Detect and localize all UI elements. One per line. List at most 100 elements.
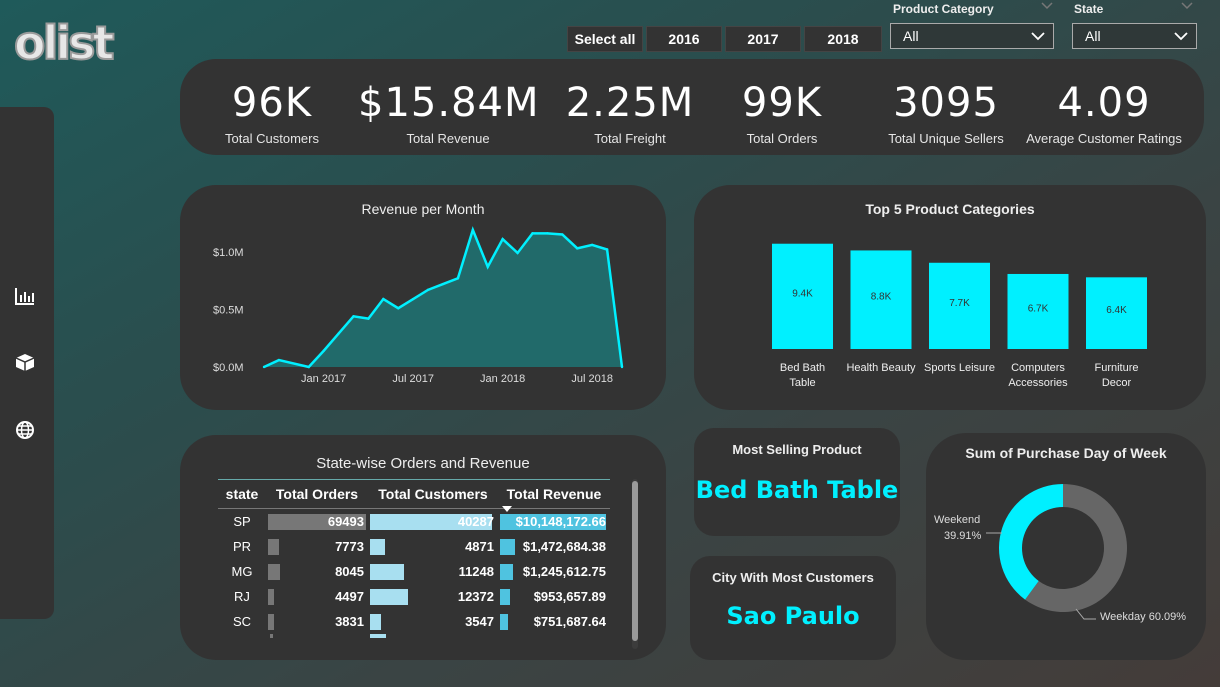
revenue-cell: $751,687.64 [498, 612, 610, 632]
year-2016-button[interactable]: 2016 [646, 26, 722, 52]
data-point[interactable] [367, 317, 370, 320]
column-header-revenue-label: Total Revenue [506, 486, 602, 502]
column-header-state[interactable]: state [218, 486, 266, 502]
bar-value-label: 6.4K [1106, 305, 1127, 316]
orders-cell: 4497 [266, 587, 368, 607]
chevron-down-icon [1031, 32, 1045, 41]
column-header-revenue[interactable]: Total Revenue [498, 486, 610, 512]
chevron-down-icon [1174, 32, 1188, 41]
customers-cell: 12372 [368, 587, 498, 607]
orders-value: 8045 [335, 563, 364, 579]
select-all-button[interactable]: Select all [567, 26, 643, 52]
kpi-label: Total Orders [746, 131, 818, 146]
customers-value: 12372 [457, 588, 494, 604]
table-header: state Total Orders Total Customers Total… [218, 479, 610, 512]
box-icon[interactable] [14, 351, 36, 373]
data-point[interactable] [576, 247, 579, 250]
orders-value: 4497 [335, 588, 364, 604]
revenue-cell: $10,148,172.66 [498, 512, 610, 532]
data-point[interactable] [337, 332, 340, 335]
data-point[interactable] [426, 288, 430, 292]
data-point[interactable] [322, 349, 325, 353]
weekday-donut-chart: Weekend 39.91% Weekday 60.09% [934, 484, 1186, 623]
x-tick-label: Jan 2018 [480, 373, 525, 385]
data-point[interactable] [561, 233, 564, 236]
data-point[interactable] [262, 365, 266, 369]
table-row[interactable]: PR 7773 4871 $1,472,684.38 [218, 534, 610, 559]
customers-data-bar [370, 613, 381, 630]
kpi-value: 96K [231, 80, 313, 126]
data-point[interactable] [531, 232, 534, 235]
data-point[interactable] [501, 237, 504, 241]
customers-data-bar [370, 563, 405, 580]
donut-slice[interactable] [999, 484, 1063, 600]
weekday-donut-panel: Sum of Purchase Day of Week Weekend 39.91… [926, 433, 1206, 660]
data-point[interactable] [516, 251, 519, 255]
category-dropdown[interactable]: All [890, 23, 1054, 49]
column-header-orders[interactable]: Total Orders [266, 486, 368, 502]
y-tick-label: $1.0M [213, 247, 244, 259]
most-selling-value: Bed Bath Table [695, 476, 899, 504]
data-point[interactable] [397, 307, 400, 310]
category-label: Health Beauty [846, 362, 916, 374]
state-slicer-label: State [1074, 2, 1104, 16]
kpi-value: 4.09 [1057, 80, 1151, 126]
x-tick-label: Jul 2018 [571, 373, 613, 385]
data-point[interactable] [441, 282, 445, 286]
data-point[interactable] [277, 358, 281, 362]
table-body: SP 69493 40287 $10,148,172.66 PR 7773 4871 $1,4… [218, 509, 610, 640]
state-cell: SP [233, 514, 251, 529]
bar-value-label: 6.7K [1028, 303, 1049, 314]
state-cell: PR [232, 539, 252, 554]
column-header-customers[interactable]: Total Customers [368, 486, 498, 502]
data-point[interactable] [411, 297, 415, 301]
table-row[interactable]: RJ 4497 12372 $953,657.89 [218, 584, 610, 609]
data-point[interactable] [486, 265, 489, 268]
revenue-value: $1,245,612.75 [522, 563, 606, 579]
table-row[interactable]: SP 69493 40287 $10,148,172.66 [218, 509, 610, 534]
category-label: Accessories [1008, 377, 1068, 389]
data-point[interactable] [590, 243, 594, 247]
category-dropdown-value: All [903, 28, 919, 44]
data-point[interactable] [307, 365, 310, 369]
data-point[interactable] [352, 315, 355, 318]
table-row-partial [218, 634, 610, 640]
chevron-down-icon[interactable] [1040, 0, 1054, 10]
table-row[interactable]: MG 8045 11248 $1,245,612.75 [218, 559, 610, 584]
top-city-title: City With Most Customers [712, 570, 874, 585]
data-point[interactable] [546, 232, 549, 235]
globe-icon[interactable] [14, 419, 36, 441]
orders-value: 3831 [335, 613, 364, 629]
category-label: Furniture [1094, 362, 1138, 374]
table-row[interactable]: SC 3831 3547 $751,687.64 [218, 609, 610, 634]
customers-cell: 4871 [368, 537, 498, 557]
kpi-label: Average Customer Ratings [1026, 131, 1182, 146]
data-point[interactable] [471, 228, 475, 232]
data-point[interactable] [382, 297, 385, 301]
kpi-value: 2.25M [565, 80, 695, 126]
orders-cell: 3831 [266, 612, 368, 632]
bar-value-label: 9.4K [792, 288, 813, 299]
bar-chart-icon[interactable] [14, 285, 36, 307]
orders-value: 7773 [335, 538, 364, 554]
year-2017-button[interactable]: 2017 [725, 26, 801, 52]
revenue-value: $953,657.89 [533, 588, 606, 604]
data-point[interactable] [456, 277, 460, 280]
state-dropdown[interactable]: All [1072, 23, 1197, 49]
category-label: Sports Leisure [924, 362, 995, 374]
revenue-data-bar [500, 613, 508, 630]
top-city-value: Sao Paulo [726, 602, 860, 630]
orders-cell: 69493 [266, 512, 368, 532]
state-dropdown-value: All [1085, 28, 1101, 44]
sidebar [0, 107, 54, 619]
revenue-data-bar [500, 588, 510, 605]
data-point[interactable] [620, 365, 624, 369]
year-2018-button[interactable]: 2018 [804, 26, 882, 52]
chevron-down-icon[interactable] [1180, 0, 1194, 10]
customers-value: 40287 [457, 513, 494, 529]
kpi-card: 4.09 Average Customer Ratings [1026, 79, 1182, 146]
state-cell: MG [231, 564, 253, 579]
revenue-cell: $953,657.89 [498, 587, 610, 607]
table-scrollbar-thumb[interactable] [632, 481, 638, 641]
data-point[interactable] [605, 248, 609, 251]
